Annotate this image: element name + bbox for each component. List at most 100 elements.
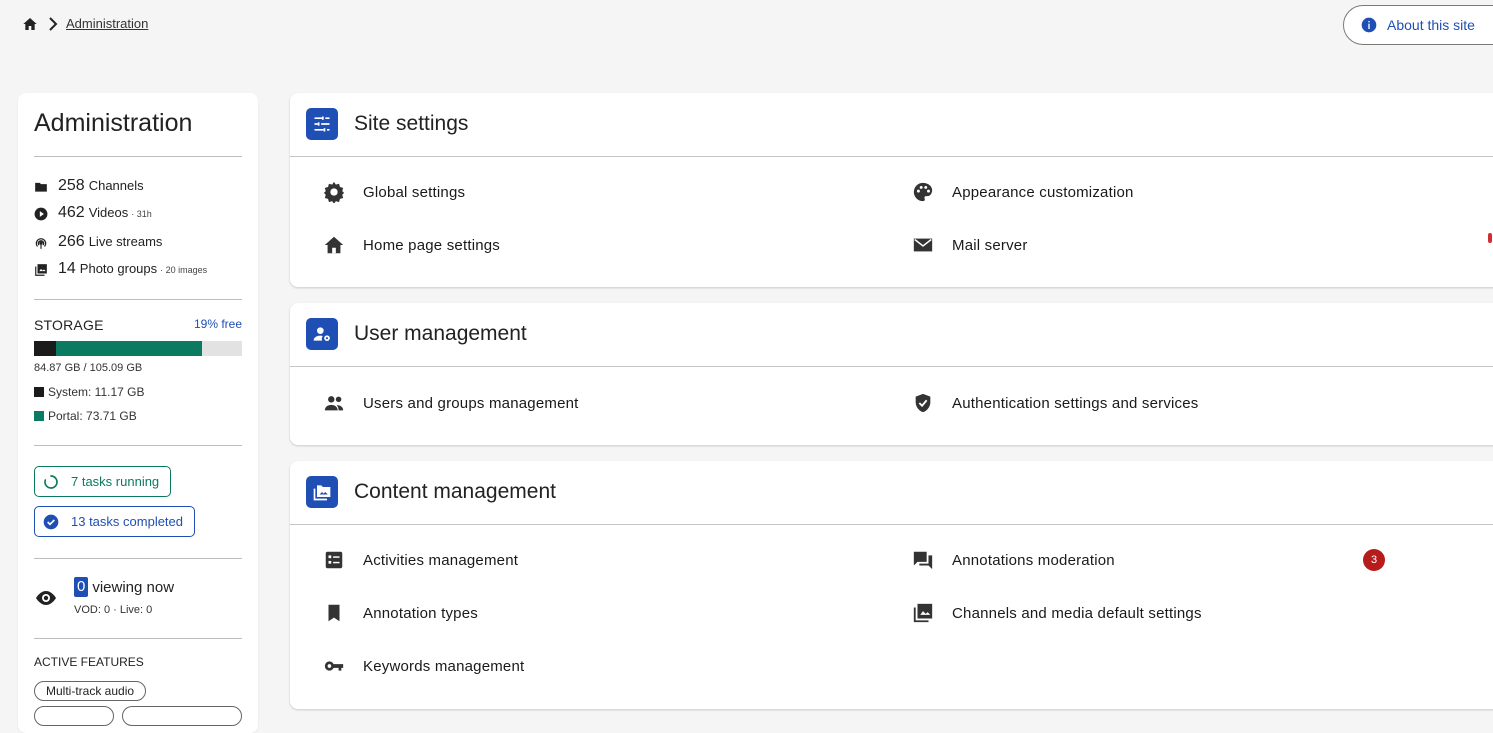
stat-videos[interactable]: 462 Videos · 31h [34,204,152,224]
admin-sidebar: Administration 258 Channels 462 Videos ·… [18,93,258,733]
shield-check-icon [915,393,931,413]
live-stream-icon [35,238,47,249]
stat-count: 14 [58,260,76,277]
stat-sub: · 31h [131,209,152,219]
forum-icon [913,551,933,570]
viewing-breakdown: VOD: 0 · Live: 0 [74,604,153,616]
breadcrumb-administration[interactable]: Administration [66,16,148,31]
stat-sub: · 20 images [160,265,208,275]
divider [34,445,242,446]
storage-title: STORAGE [34,317,104,333]
viewing-count: 0 [74,577,89,597]
tasks-running-button[interactable]: 7 tasks running [34,466,172,497]
about-site-button[interactable]: About this site [1343,5,1493,45]
palette-icon [913,182,933,202]
home-page-settings-link[interactable]: Home page settings [323,234,500,256]
legend-label: System: 11.17 GB [48,385,145,399]
channels-media-defaults-link[interactable]: Channels and media default settings [912,602,1202,624]
info-icon [1361,17,1377,33]
appearance-customization-link[interactable]: Appearance customization [912,181,1134,203]
item-label: Activities management [363,551,519,569]
photo-library-icon [913,603,933,623]
stat-count: 266 [58,233,85,250]
sidebar-title: Administration [34,109,193,137]
tune-icon-glyph [314,116,330,132]
tasks-completed-label: 13 tasks completed [71,514,184,529]
key-icon [324,661,344,671]
stat-label: Videos [88,205,129,220]
user-management-card: User management Users and groups managem… [290,303,1493,445]
tasks-completed-button[interactable]: 13 tasks completed [34,506,196,537]
annotations-moderation-link[interactable]: Annotations moderation [912,549,1115,571]
item-label: Global settings [363,183,466,201]
divider [34,156,242,157]
item-label: Channels and media default settings [952,604,1202,622]
legend-system: System: 11.17 GB [34,385,145,399]
spinner-icon [44,474,58,489]
item-label: Users and groups management [363,394,579,412]
viewing-now: 0 viewing now [74,577,174,597]
mail-server-link[interactable]: Mail server [912,234,1028,256]
stat-label: Photo groups [79,261,158,276]
authentication-settings-link[interactable]: Authentication settings and services [912,392,1199,414]
keywords-management-link[interactable]: Keywords management [323,655,524,677]
home-icon[interactable] [22,16,38,32]
perm-media-icon-glyph [313,485,331,501]
legend-label: Portal: 73.71 GB [48,409,137,423]
storage-bar-portal [56,341,202,356]
annotation-types-link[interactable]: Annotation types [323,602,478,624]
tune-icon [306,108,338,140]
bookmark-icon [328,604,340,622]
stat-live-streams[interactable]: 266 Live streams [34,233,162,253]
divider [34,558,242,559]
stat-channels[interactable]: 258 Channels [34,177,144,197]
perm-media-icon [306,476,338,508]
active-features-title: ACTIVE FEATURES [34,655,144,669]
card-header: User management [290,303,1493,367]
item-label: Home page settings [363,236,501,254]
card-header: Content management [290,461,1493,525]
stat-label: Live streams [88,234,163,249]
item-label: Appearance customization [952,183,1134,201]
checklist-icon [325,551,343,569]
photo-library-icon [35,264,47,276]
play-circle-icon [34,207,48,221]
users-groups-link[interactable]: Users and groups management [323,392,579,414]
home-settings-icon [324,236,344,254]
global-settings-link[interactable]: Global settings [323,181,465,203]
divider [34,638,242,639]
folder-icon [35,182,47,192]
item-label: Annotation types [363,604,478,622]
storage-bar-system [34,341,56,356]
item-label: Mail server [952,236,1028,254]
legend-portal: Portal: 73.71 GB [34,409,137,423]
feature-pill: Multi-track audio [34,681,147,701]
eye-icon [36,591,56,605]
about-site-label: About this site [1387,17,1475,33]
legend-swatch [34,387,44,397]
item-label: Authentication settings and services [952,394,1199,412]
tasks-running-label: 7 tasks running [71,474,160,489]
gear-icon [323,181,345,203]
site-settings-card: Site settings Global settings Appearance… [290,93,1493,287]
divider [34,299,242,300]
chevron-right-icon [49,17,58,31]
stat-count: 462 [58,204,85,221]
item-label: Keywords management [363,657,525,675]
stat-photo-groups[interactable]: 14 Photo groups · 20 images [34,260,207,280]
activities-management-link[interactable]: Activities management [323,549,518,571]
stat-count: 258 [58,177,85,194]
item-label: Annotations moderation [952,551,1115,569]
card-title: Site settings [354,112,469,135]
annotations-count-badge: 3 [1363,549,1385,571]
manage-accounts-icon-glyph [313,327,330,341]
storage-used: 84.87 GB / 105.09 GB [34,362,143,374]
top-bar: Administration About this site [0,0,1493,50]
card-title: Content management [354,480,556,503]
feature-pill [122,706,242,726]
manage-accounts-icon [306,318,338,350]
storage-free: 19% free [193,317,242,331]
feature-pill [34,706,114,726]
legend-swatch [34,411,44,421]
card-header: Site settings [290,93,1493,157]
